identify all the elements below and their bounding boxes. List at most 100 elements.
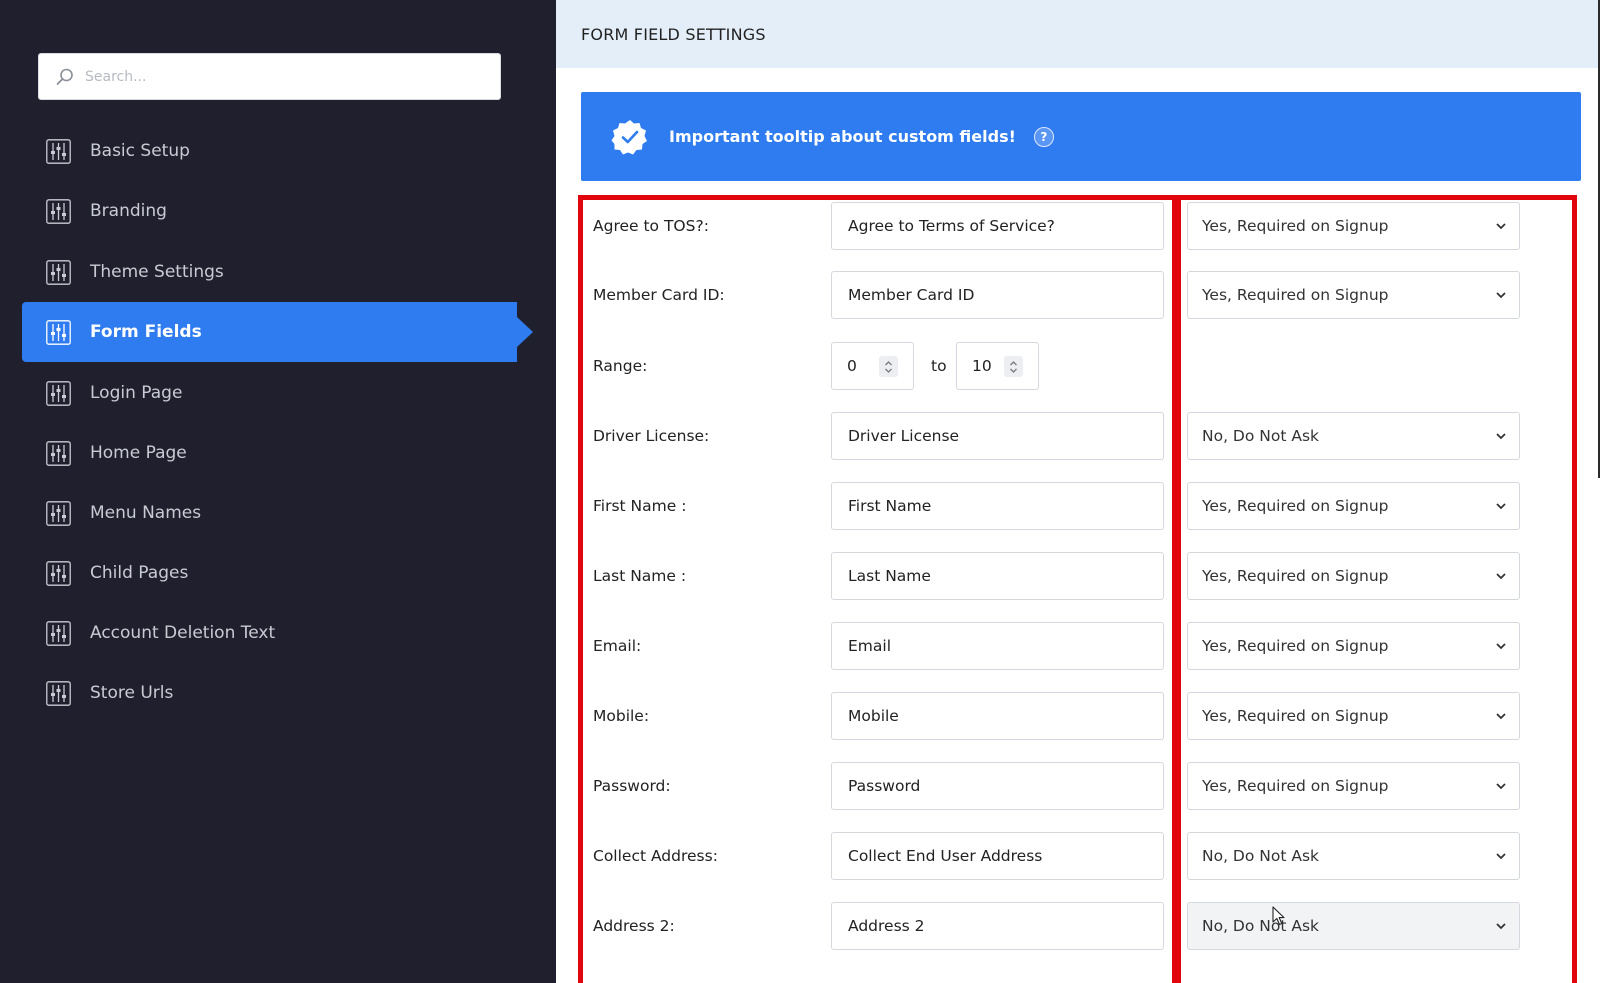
select-value: Yes, Required on Signup: [1202, 217, 1389, 235]
password-select[interactable]: Yes, Required on Signup: [1187, 762, 1520, 810]
sidebar-item-menu-names[interactable]: Menu Names: [22, 483, 517, 543]
page-header: FORM FIELD SETTINGS: [556, 0, 1600, 68]
address-2-select[interactable]: No, Do Not Ask: [1187, 902, 1520, 950]
email-field[interactable]: [831, 622, 1164, 670]
select-value: Yes, Required on Signup: [1202, 777, 1389, 795]
select-value: Yes, Required on Signup: [1202, 497, 1389, 515]
range-row: Range: 0 to 10: [556, 342, 1600, 390]
first-name-field[interactable]: [831, 482, 1164, 530]
select-value: Yes, Required on Signup: [1202, 707, 1389, 725]
sliders-icon: [46, 440, 71, 466]
sidebar-item-label: Child Pages: [90, 563, 189, 583]
verified-badge-icon: [611, 119, 647, 154]
chevron-down-icon: [1496, 223, 1506, 230]
sidebar-item-label: Basic Setup: [90, 141, 190, 161]
sidebar-item-label: Branding: [90, 201, 167, 221]
field-label: Driver License:: [593, 427, 710, 445]
form-row: Driver License: No, Do Not Ask: [556, 412, 1600, 460]
address-2-field[interactable]: [831, 902, 1164, 950]
sliders-icon: [46, 198, 71, 224]
sidebar-item-login-page[interactable]: Login Page: [22, 363, 517, 423]
sliders-icon: [46, 259, 71, 285]
chevron-down-icon: [1496, 292, 1506, 299]
spinner-icon[interactable]: [1004, 356, 1023, 377]
sidebar-item-store-urls[interactable]: Store Urls: [22, 663, 517, 723]
sliders-icon: [46, 620, 71, 646]
sidebar-item-basic-setup[interactable]: Basic Setup: [22, 121, 517, 181]
form-row: Agree to TOS?: Yes, Required on Signup: [556, 202, 1600, 250]
sliders-icon: [46, 560, 71, 586]
form-row: First Name : Yes, Required on Signup: [556, 482, 1600, 530]
range-min-stepper[interactable]: 0: [831, 342, 914, 390]
field-label: Mobile:: [593, 707, 650, 725]
chevron-down-icon: [1496, 573, 1506, 580]
sidebar-item-label: Login Page: [90, 383, 183, 403]
agree-tos-field[interactable]: [831, 202, 1164, 250]
spinner-icon[interactable]: [879, 356, 898, 377]
sidebar-item-theme-settings[interactable]: Theme Settings: [22, 242, 517, 302]
collect-address-field[interactable]: [831, 832, 1164, 880]
sidebar-item-branding[interactable]: Branding: [22, 181, 517, 241]
search-box[interactable]: [38, 53, 501, 100]
range-min-value: 0: [847, 357, 857, 375]
chevron-down-icon: [1496, 433, 1506, 440]
sliders-icon: [46, 138, 71, 164]
field-label: Password:: [593, 777, 671, 795]
last-name-select[interactable]: Yes, Required on Signup: [1187, 552, 1520, 600]
range-max-stepper[interactable]: 10: [956, 342, 1039, 390]
form-row: Mobile: Yes, Required on Signup: [556, 692, 1600, 740]
sidebar-item-label: Home Page: [90, 443, 187, 463]
mobile-field[interactable]: [831, 692, 1164, 740]
field-label: Email:: [593, 637, 642, 655]
banner-text: Important tooltip about custom fields!: [669, 127, 1016, 146]
password-field[interactable]: [831, 762, 1164, 810]
sidebar-item-label: Form Fields: [90, 322, 202, 342]
select-value: Yes, Required on Signup: [1202, 286, 1389, 304]
form-row: Password: Yes, Required on Signup: [556, 762, 1600, 810]
select-value: No, Do Not Ask: [1202, 427, 1320, 445]
page-title: FORM FIELD SETTINGS: [581, 24, 766, 44]
field-label: Last Name :: [593, 567, 687, 585]
collect-address-select[interactable]: No, Do Not Ask: [1187, 832, 1520, 880]
sidebar-item-child-pages[interactable]: Child Pages: [22, 543, 517, 603]
chevron-down-icon: [1496, 853, 1506, 860]
sidebar-item-form-fields[interactable]: Form Fields: [22, 302, 533, 362]
select-value: Yes, Required on Signup: [1202, 637, 1389, 655]
field-label: Collect Address:: [593, 847, 718, 865]
select-value: No, Do Not Ask: [1202, 917, 1320, 935]
field-label: Agree to TOS?:: [593, 217, 709, 235]
chevron-down-icon: [1496, 713, 1506, 720]
sidebar-item-label: Store Urls: [90, 683, 174, 703]
sidebar-item-label: Account Deletion Text: [90, 623, 276, 643]
member-card-id-field[interactable]: [831, 271, 1164, 319]
driver-license-field[interactable]: [831, 412, 1164, 460]
chevron-down-icon: [1496, 783, 1506, 790]
main-content: FORM FIELD SETTINGS Important tooltip ab…: [556, 0, 1600, 983]
mouse-cursor-icon: [1272, 906, 1285, 926]
last-name-field[interactable]: [831, 552, 1164, 600]
sliders-icon: [46, 500, 71, 526]
sidebar-item-home-page[interactable]: Home Page: [22, 423, 517, 483]
chevron-down-icon: [1496, 643, 1506, 650]
select-value: No, Do Not Ask: [1202, 847, 1320, 865]
range-separator: to: [931, 357, 947, 375]
chevron-down-icon: [1496, 923, 1506, 930]
agree-tos-select[interactable]: Yes, Required on Signup: [1187, 202, 1520, 250]
driver-license-select[interactable]: No, Do Not Ask: [1187, 412, 1520, 460]
sliders-icon: [46, 319, 71, 345]
member-card-id-select[interactable]: Yes, Required on Signup: [1187, 271, 1520, 319]
sidebar-item-label: Theme Settings: [90, 262, 224, 282]
first-name-select[interactable]: Yes, Required on Signup: [1187, 482, 1520, 530]
sidebar-item-account-deletion-text[interactable]: Account Deletion Text: [22, 603, 517, 663]
help-icon[interactable]: ?: [1033, 126, 1054, 147]
search-input[interactable]: [85, 68, 485, 85]
range-max-value: 10: [972, 357, 992, 375]
select-value: Yes, Required on Signup: [1202, 567, 1389, 585]
sidebar-item-label: Menu Names: [90, 503, 202, 523]
form-row: Collect Address: No, Do Not Ask: [556, 832, 1600, 880]
email-select[interactable]: Yes, Required on Signup: [1187, 622, 1520, 670]
mobile-select[interactable]: Yes, Required on Signup: [1187, 692, 1520, 740]
sidebar: Basic Setup Branding Theme Settings Form…: [0, 0, 556, 983]
field-label: Range:: [593, 357, 648, 375]
info-banner: Important tooltip about custom fields! ?: [581, 92, 1581, 181]
